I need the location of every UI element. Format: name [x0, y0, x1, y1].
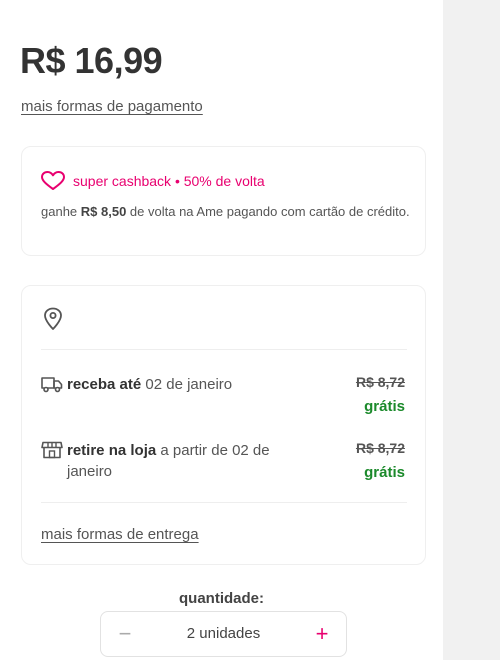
store-pickup-bold: retire na loja — [67, 442, 157, 459]
cashback-desc-suffix: de volta na Ame pagando com cartão de cr… — [126, 204, 410, 219]
store-pickup-label: retire na loja a partir de 02 de janeiro — [67, 440, 297, 482]
location-pin-icon[interactable] — [43, 307, 63, 336]
delivery-option-bold: receba até — [67, 376, 142, 393]
cashback-title-text: super cashback • 50% de volta — [73, 173, 265, 189]
cashback-title: super cashback • 50% de volta — [41, 171, 265, 191]
increase-quantity-button[interactable]: + — [300, 612, 344, 656]
old-shipping-price: R$ 8,72 — [355, 374, 405, 390]
product-price: R$ 16,99 — [20, 40, 163, 81]
divider — [41, 502, 407, 503]
delivery-option-date: 02 de janeiro — [141, 376, 233, 393]
product-buy-panel: R$ 16,99 mais formas de pagamento super … — [0, 0, 443, 660]
pickup-price: grátis — [364, 464, 405, 481]
cashback-amount: R$ 8,50 — [80, 204, 127, 219]
shipping-price: grátis — [364, 398, 405, 415]
quantity-value: 2 unidades — [186, 625, 261, 642]
truck-icon — [41, 375, 63, 398]
delivery-option-store-pickup[interactable]: retire na loja a partir de 02 de janeiro… — [41, 440, 407, 486]
decrease-quantity-button[interactable]: − — [103, 612, 147, 656]
cashback-description: ganhe R$ 8,50 de volta na Ame pagando co… — [41, 202, 411, 221]
delivery-option-home[interactable]: receba até 02 de janeiro R$ 8,72 grátis — [41, 374, 407, 420]
old-pickup-price: R$ 8,72 — [355, 440, 405, 456]
delivery-card: receba até 02 de janeiro R$ 8,72 grátis … — [21, 285, 426, 565]
heart-icon — [41, 171, 65, 191]
more-payment-options-link[interactable]: mais formas de pagamento — [21, 98, 203, 115]
store-icon — [41, 441, 63, 464]
more-shipping-options-link[interactable]: mais formas de entrega — [41, 526, 199, 543]
quantity-stepper: − 2 unidades + — [100, 611, 347, 657]
quantity-label: quantidade: — [179, 590, 264, 607]
cashback-desc-prefix: ganhe — [41, 204, 81, 219]
cashback-card: super cashback • 50% de volta ganhe R$ 8… — [21, 146, 426, 256]
delivery-option-label: receba até 02 de janeiro — [67, 374, 297, 395]
divider — [41, 349, 407, 350]
